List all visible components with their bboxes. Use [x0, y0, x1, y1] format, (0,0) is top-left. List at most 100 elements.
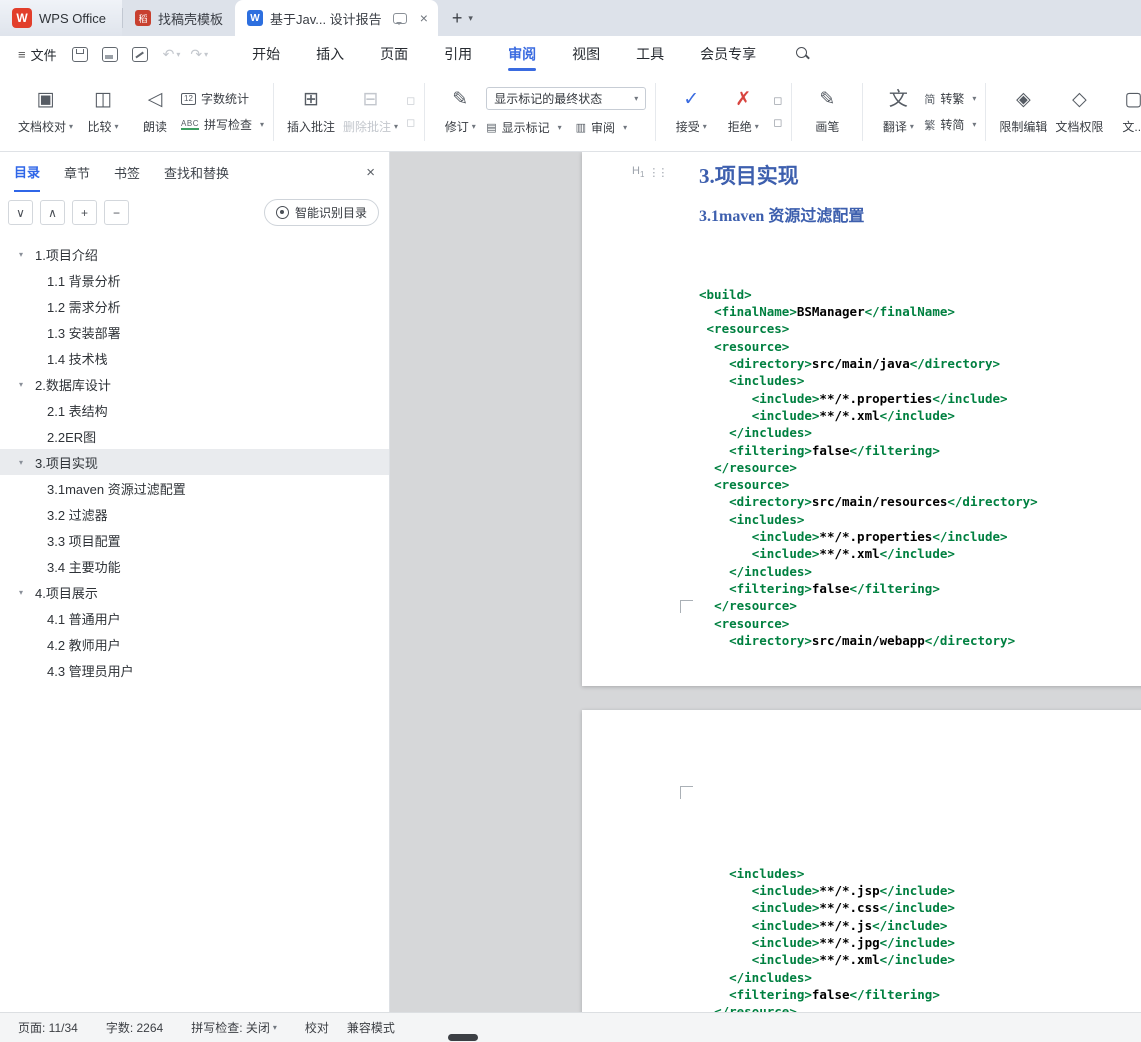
compare-button[interactable]: ◫ 比较	[77, 79, 129, 145]
previous-change-icon[interactable]: ◻	[773, 95, 782, 107]
sidebar-tab[interactable]: 章节	[64, 152, 90, 192]
reject-icon: ✗	[735, 88, 752, 110]
print-icon[interactable]	[101, 46, 118, 62]
collapse-level-button[interactable]: −	[104, 200, 129, 225]
sidebar-close-icon[interactable]: ×	[366, 164, 375, 181]
outline-item[interactable]: ▾ 1.3 安装部署	[0, 319, 389, 345]
redo-chevron-icon[interactable]: ▾	[204, 50, 208, 59]
menu-tab[interactable]: 引用	[426, 36, 490, 72]
outline-item[interactable]: ▾ 4.项目展示	[0, 579, 389, 605]
translate-icon: 文	[888, 88, 908, 110]
document-page-1[interactable]: H1 ⋮⋮ 3.项目实现 3.1maven 资源过滤配置 <build> <fi…	[582, 152, 1141, 686]
outline-item[interactable]: ▾ 3.2 过滤器	[0, 501, 389, 527]
menu-tab[interactable]: 会员专享	[682, 36, 774, 72]
drag-handle-icon[interactable]: ⋮⋮	[648, 166, 668, 179]
to-traditional-button[interactable]: 简 转繁	[924, 90, 976, 107]
show-markup-button[interactable]: ▤ 显示标记	[486, 119, 561, 136]
code-line: </includes>	[729, 563, 812, 579]
outline-item[interactable]: ▾ 3.3 项目配置	[0, 527, 389, 553]
collapse-all-button[interactable]: ∨	[8, 200, 33, 225]
spellcheck-status[interactable]: 拼写检查: 关闭	[191, 1019, 277, 1036]
menu-tab[interactable]: 页面	[362, 36, 426, 72]
previous-comment-icon[interactable]: ◻	[406, 95, 415, 107]
doc-proofread-button[interactable]: ▣ 文档校对	[14, 79, 77, 145]
sidebar-tab[interactable]: 目录	[14, 152, 41, 192]
collapse-triangle-icon[interactable]: ▾	[19, 380, 35, 389]
menu-tab[interactable]: 审阅	[490, 36, 554, 72]
new-tab-button[interactable]: +	[438, 9, 469, 27]
collapse-triangle-icon[interactable]: ▾	[19, 458, 35, 467]
translate-button[interactable]: 文 翻译	[872, 79, 924, 145]
sidebar-tab[interactable]: 查找和替换	[164, 152, 229, 192]
code-line: <build>	[699, 286, 752, 302]
horizontal-scrollbar-thumb[interactable]	[448, 1034, 478, 1041]
undo-icon[interactable]: ↶	[163, 46, 175, 63]
outline-item[interactable]: ▾ 4.1 普通用户	[0, 605, 389, 631]
proofread-status[interactable]: 校对	[305, 1019, 329, 1036]
outline-item[interactable]: ▾ 1.2 需求分析	[0, 293, 389, 319]
review-pane-button[interactable]: ▥ 审阅	[576, 119, 627, 136]
word-count-indicator[interactable]: 字数: 2264	[106, 1019, 163, 1036]
insert-comment-button[interactable]: ⊞ 插入批注	[283, 79, 339, 145]
accept-icon: ✓	[683, 88, 700, 110]
spell-check-button[interactable]: ABC 拼写检查	[181, 116, 264, 133]
undo-chevron-icon[interactable]: ▾	[176, 50, 180, 59]
outline-item[interactable]: ▾ 4.2 教师用户	[0, 631, 389, 657]
document-canvas[interactable]: H1 ⋮⋮ 3.项目实现 3.1maven 资源过滤配置 <build> <fi…	[390, 152, 1141, 1012]
tab-current-document[interactable]: W 基于Jav... 设计报告 ×	[234, 0, 438, 36]
delete-comment-button[interactable]: ⊟ 删除批注	[339, 79, 402, 145]
outline-item[interactable]: ▾ 3.4 主要功能	[0, 553, 389, 579]
tab-docer-template[interactable]: 稻 找稿壳模板	[123, 0, 235, 36]
outline-item[interactable]: ▾ 3.1maven 资源过滤配置	[0, 475, 389, 501]
ribbon-separator	[655, 82, 657, 141]
outline-item[interactable]: ▾ 1.1 背景分析	[0, 267, 389, 293]
menu-tab[interactable]: 开始	[234, 36, 298, 72]
outline-item[interactable]: ▾ 2.数据库设计	[0, 371, 389, 397]
ribbon-separator	[273, 82, 275, 141]
tab-list-chevron-icon[interactable]: ▾	[468, 13, 481, 24]
next-comment-icon[interactable]: ◻	[406, 117, 415, 129]
restrict-editing-button[interactable]: ◈ 限制编辑	[995, 79, 1051, 145]
reject-changes-button[interactable]: ✗ 拒绝	[717, 79, 769, 145]
expand-level-button[interactable]: +	[72, 200, 97, 225]
wps-home-tab[interactable]: W WPS Office	[0, 0, 122, 36]
outline-item-label: 4.2 教师用户	[47, 637, 121, 653]
document-page-2[interactable]: <includes> <include>**/*.jsp</include> <…	[582, 710, 1141, 1012]
read-aloud-icon: ◁	[147, 88, 163, 110]
markup-state-select[interactable]: 显示标记的最终状态	[486, 87, 647, 110]
word-count-button[interactable]: 12 字数统计	[181, 90, 264, 107]
sidebar-tab[interactable]: 书签	[114, 152, 140, 192]
menu-tab[interactable]: 视图	[554, 36, 618, 72]
outline-item[interactable]: ▾ 3.项目实现	[0, 449, 389, 475]
redo-icon[interactable]: ↷	[190, 46, 202, 63]
doc-extra-button[interactable]: ▢ 文...	[1107, 79, 1141, 145]
format-painter-icon[interactable]	[131, 46, 148, 62]
page-indicator[interactable]: 页面: 11/34	[18, 1019, 78, 1036]
menu-tab[interactable]: 插入	[298, 36, 362, 72]
outline-item[interactable]: ▾ 2.1 表结构	[0, 397, 389, 423]
collapse-triangle-icon[interactable]: ▾	[19, 250, 35, 259]
close-tab-icon[interactable]: ×	[420, 11, 428, 25]
scroll-up-button[interactable]: ∧	[40, 200, 65, 225]
track-changes-button[interactable]: ✎ 修订	[434, 79, 486, 145]
search-icon[interactable]	[796, 46, 811, 62]
comment-bubble-icon[interactable]	[392, 12, 407, 25]
file-menu-button[interactable]: ≡ 文件	[10, 45, 65, 64]
compat-mode-indicator[interactable]: 兼容模式	[347, 1019, 395, 1036]
outline-item[interactable]: ▾ 1.4 技术栈	[0, 345, 389, 371]
accept-changes-button[interactable]: ✓ 接受	[665, 79, 717, 145]
doc-permission-button[interactable]: ◇ 文档权限	[1051, 79, 1107, 145]
next-change-icon[interactable]: ◻	[773, 117, 782, 129]
code-line: <filtering>false</filtering>	[729, 580, 940, 596]
outline-item[interactable]: ▾ 1.项目介绍	[0, 241, 389, 267]
menu-tab[interactable]: 工具	[618, 36, 682, 72]
outline-item[interactable]: ▾ 4.3 管理员用户	[0, 657, 389, 683]
read-aloud-button[interactable]: ◁ 朗读	[129, 79, 181, 145]
save-icon[interactable]	[71, 46, 88, 62]
to-simplified-button[interactable]: 繁 转简	[924, 116, 976, 133]
collapse-triangle-icon[interactable]: ▾	[19, 588, 35, 597]
heading-level-badge[interactable]: H1	[632, 165, 644, 179]
outline-item[interactable]: ▾ 2.2ER图	[0, 423, 389, 449]
pen-button[interactable]: ✎ 画笔	[801, 79, 853, 145]
smart-toc-button[interactable]: 智能识别目录	[263, 199, 379, 226]
